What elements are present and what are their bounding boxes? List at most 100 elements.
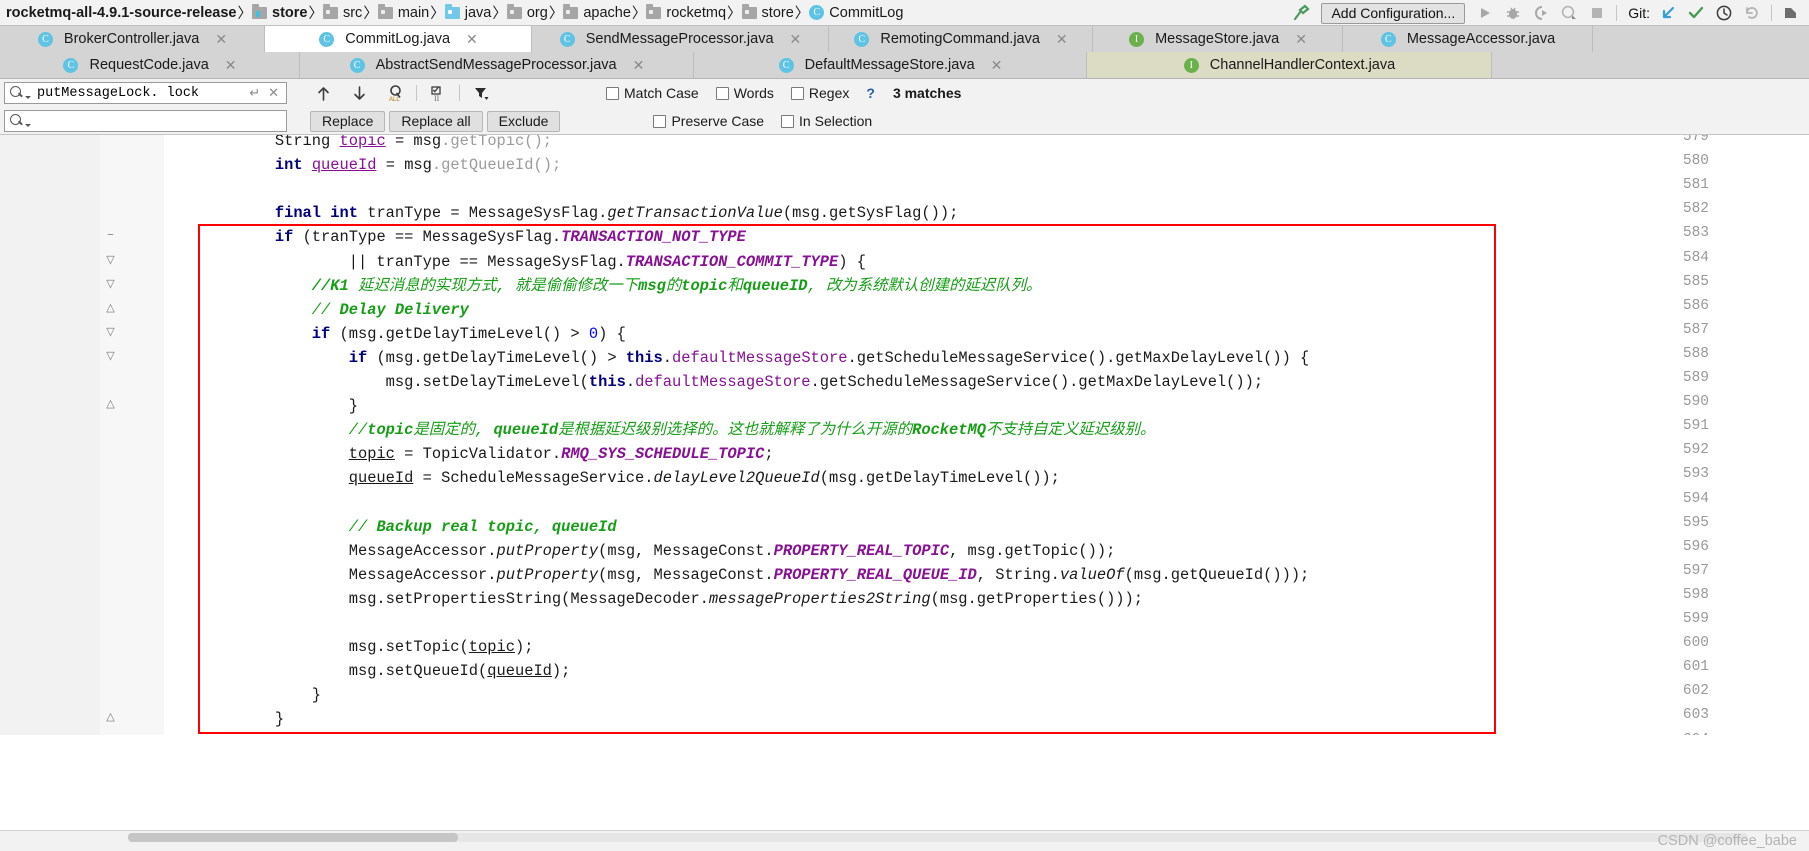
prev-occurrence-icon[interactable] <box>310 81 336 105</box>
code-token: Delay Delivery <box>339 300 469 319</box>
code-line: } <box>164 394 358 418</box>
code-line: if (msg.getDelayTimeLevel() > 0) { <box>164 322 626 346</box>
find-option-words-checkbox[interactable]: Words <box>715 85 774 101</box>
code-line: if (tranType == MessageSysFlag.TRANSACTI… <box>164 225 746 249</box>
close-icon[interactable]: ✕ <box>466 32 478 46</box>
run-with-coverage-icon[interactable] <box>1527 1 1555 25</box>
breadcrumb-item-org[interactable]: org <box>506 3 549 21</box>
editor-tab-channelhandlercontext[interactable]: I ChannelHandlerContext.java <box>1087 52 1492 78</box>
hammer-build-icon[interactable] <box>1287 1 1315 25</box>
editor-tab-remotingcommand[interactable]: C RemotingCommand.java ✕ <box>829 26 1093 52</box>
checkbox-label: Words <box>733 85 774 101</box>
horizontal-scrollbar[interactable] <box>128 833 1748 842</box>
enter-icon[interactable]: ↵ <box>245 85 264 101</box>
editor-bottom-strip: CSDN @coffee_babe <box>0 830 1809 851</box>
code-fold-marker[interactable]: ▽ <box>104 278 117 292</box>
code-line: String topic = msg.getTopic(); <box>164 135 552 153</box>
find-option-match-case-checkbox[interactable]: Match Case <box>606 85 699 101</box>
code-token: topic <box>681 276 728 295</box>
git-history-icon[interactable] <box>1710 1 1738 25</box>
breadcrumb-item-rocketmq-all-4-9-1-source-release[interactable]: rocketmq-all-4.9.1-source-release <box>6 5 238 21</box>
gutter-fold-column[interactable] <box>100 135 164 735</box>
class-icon: C <box>319 31 335 47</box>
search-input[interactable] <box>31 84 246 102</box>
replace-button[interactable]: Replace <box>310 110 386 132</box>
close-icon[interactable]: ✕ <box>264 85 283 101</box>
replace-input[interactable] <box>31 112 283 130</box>
find-options-row-2: Preserve Case In Selection <box>653 113 889 129</box>
editor-tab-requestcode[interactable]: C RequestCode.java ✕ <box>0 52 300 78</box>
code-token: topic <box>367 421 414 440</box>
code-token: (msg, MessageConst. <box>598 565 774 584</box>
code-token: if <box>274 228 294 247</box>
editor-tab-commitlog[interactable]: C CommitLog.java ✕ <box>265 26 532 52</box>
editor-tab-defaultmessagestore[interactable]: C DefaultMessageStore.java ✕ <box>694 52 1087 78</box>
code-content[interactable]: String topic = msg.getTopic(); int queue… <box>164 135 1809 735</box>
editor-tab-row-2: C RequestCode.java ✕ C AbstractSendMessagePr… <box>0 52 1809 78</box>
code-token: . <box>662 348 673 367</box>
find-option-preserve-case-checkbox[interactable]: Preserve Case <box>653 113 764 129</box>
run-icon[interactable] <box>1471 1 1499 25</box>
toggle-multiline-icon[interactable]: II <box>425 81 451 105</box>
code-token: // <box>348 421 368 440</box>
close-icon[interactable]: ✕ <box>633 58 645 72</box>
close-icon[interactable]: ✕ <box>790 32 802 46</box>
find-help-icon[interactable]: ? <box>866 85 875 101</box>
exclude-button[interactable]: Exclude <box>486 110 561 132</box>
breadcrumb-item-apache[interactable]: apache <box>563 3 632 21</box>
debug-icon[interactable] <box>1499 1 1527 25</box>
editor-tab-messageaccessor[interactable]: C MessageAccessor.java <box>1343 26 1593 52</box>
close-icon[interactable]: ✕ <box>225 58 237 72</box>
breadcrumb-item-store[interactable]: store <box>741 3 795 21</box>
editor-gutter[interactable] <box>0 135 164 735</box>
editor-tab-messagestore[interactable]: I MessageStore.java ✕ <box>1093 26 1343 52</box>
run-configuration-selector[interactable]: Add Configuration... <box>1321 2 1466 24</box>
code-token: } <box>164 710 285 729</box>
filter-icon[interactable] <box>468 81 494 105</box>
editor-tab-abstractsendmessageprocessor[interactable]: C AbstractSendMessageProcessor.java ✕ <box>300 52 694 78</box>
close-icon[interactable]: ✕ <box>215 32 227 46</box>
profiler-icon[interactable] <box>1555 1 1583 25</box>
code-fold-marker[interactable]: △ <box>104 712 117 725</box>
code-token: //K1 <box>311 276 358 295</box>
editor-tab-brokercontroller[interactable]: C BrokerController.java ✕ <box>0 26 265 52</box>
code-fold-marker[interactable]: ▽ <box>104 326 117 340</box>
find-option-in-selection-checkbox[interactable]: In Selection <box>781 113 872 129</box>
git-commit-icon[interactable] <box>1682 1 1710 25</box>
code-line: topic = TopicValidator.RMQ_SYS_SCHEDULE_… <box>164 442 774 466</box>
breadcrumb-item-rocketmq[interactable]: rocketmq <box>646 3 727 21</box>
breadcrumb-item-main[interactable]: main <box>377 3 430 21</box>
code-token: PROPERTY_REAL_QUEUE_ID <box>773 565 977 584</box>
git-update-icon[interactable] <box>1654 1 1682 25</box>
search-everywhere-icon[interactable] <box>1777 1 1805 25</box>
find-option-regex-checkbox[interactable]: Regex <box>790 85 849 101</box>
code-token: ) { <box>598 324 626 343</box>
replace-all-button[interactable]: Replace all <box>389 110 483 132</box>
code-fold-marker[interactable]: ▽ <box>104 350 117 364</box>
search-field-wrapper[interactable]: ↵ ✕ <box>4 82 287 104</box>
breadcrumb-item-src[interactable]: src <box>322 3 363 21</box>
code-fold-marker[interactable]: ▽ <box>104 254 117 268</box>
editor-tab-sendmessageprocessor[interactable]: C SendMessageProcessor.java ✕ <box>532 26 829 52</box>
code-fold-marker[interactable]: △ <box>104 399 117 412</box>
close-icon[interactable]: ✕ <box>1295 32 1307 46</box>
breadcrumb-item-commitlog[interactable]: C CommitLog <box>809 5 904 21</box>
toolbar-divider-2 <box>1771 5 1772 21</box>
breadcrumb-separator: 〉 <box>631 6 647 22</box>
code-token: String <box>274 135 331 150</box>
code-line: } <box>164 707 284 731</box>
code-line: msg.setDelayTimeLevel(this.defaultMessag… <box>164 370 1263 394</box>
breadcrumb-item-java[interactable]: java <box>444 3 493 21</box>
code-editor[interactable]: 579 580 581 582 583 584 585 586 587 588 589 590 591 5… <box>0 135 1809 735</box>
code-fold-marker[interactable]: △ <box>104 302 117 316</box>
replace-field-wrapper[interactable] <box>4 110 287 132</box>
breadcrumb-item-store[interactable]: store <box>252 3 308 21</box>
horizontal-scrollbar-thumb[interactable] <box>128 833 458 842</box>
class-icon: C <box>778 57 794 73</box>
code-token: TRANSACTION_COMMIT_TYPE <box>625 252 839 271</box>
select-all-occurrences-icon[interactable]: ALL <box>382 81 408 105</box>
next-occurrence-icon[interactable] <box>346 81 372 105</box>
code-fold-marker[interactable]: − <box>104 230 117 243</box>
close-icon[interactable]: ✕ <box>1056 32 1068 46</box>
close-icon[interactable]: ✕ <box>991 58 1003 72</box>
